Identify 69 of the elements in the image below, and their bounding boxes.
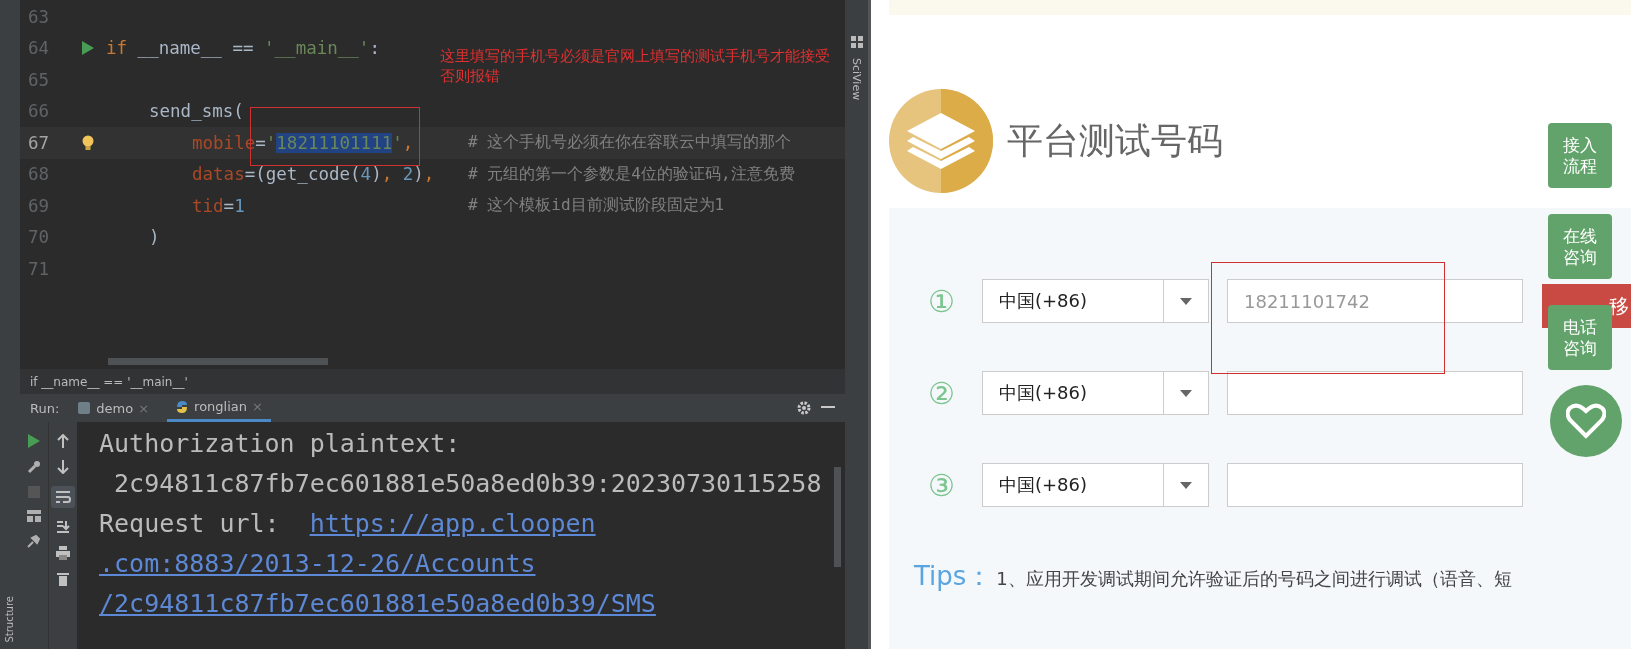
console-link[interactable]: .com:8883/2013-12-26/Accounts	[99, 544, 536, 584]
console-link[interactable]: https://app.cloopen	[309, 504, 596, 544]
country-select[interactable]: 中国(+86)	[982, 463, 1209, 507]
lightbulb-icon[interactable]	[82, 134, 94, 151]
code-line: )	[149, 227, 160, 248]
caret-icon[interactable]	[1180, 389, 1192, 397]
minimize-icon[interactable]	[821, 406, 835, 410]
country-select[interactable]: 中国(+86)	[982, 371, 1209, 415]
grid-icon[interactable]	[850, 36, 863, 48]
layers-logo-icon	[889, 89, 993, 193]
caret-icon[interactable]	[1180, 481, 1192, 489]
tips-text: 1、应用开发调试期间允许验证后的号码之间进行调试（语音、短	[996, 567, 1512, 591]
side-button[interactable]: 在线咨询	[1548, 214, 1612, 279]
line-number: 69	[27, 195, 51, 216]
line-number: 66	[27, 101, 51, 122]
scrollbar[interactable]	[108, 358, 328, 365]
wrap-icon[interactable]	[51, 486, 75, 508]
print-icon[interactable]	[56, 546, 70, 560]
up-arrow-icon[interactable]	[57, 434, 69, 448]
line-number: 64	[27, 38, 51, 59]
run-icon[interactable]	[82, 41, 94, 56]
structure-tab[interactable]: Structure	[4, 596, 16, 643]
settings-icon[interactable]	[797, 401, 811, 415]
sciview-tab[interactable]: SciView	[850, 58, 863, 101]
breadcrumb[interactable]: if __name__ == '__main__'	[30, 375, 188, 389]
side-button[interactable]: 接入流程	[1548, 123, 1612, 188]
code-line: send_sms(	[149, 101, 244, 122]
code-comment: # 元组的第一个参数是4位的验证码,注意免费	[468, 163, 795, 185]
code-comment: # 这个模板id目前测试阶段固定为1	[468, 195, 725, 217]
country-select[interactable]: 中国(+86)	[982, 279, 1209, 323]
annotation-text: 这里填写的手机号必须是官网上填写的测试手机号才能接受 否则报错	[440, 46, 830, 86]
code-line: tid=1	[192, 195, 245, 216]
line-number: 65	[27, 69, 51, 90]
wrench-icon[interactable]	[27, 460, 41, 474]
line-number: 70	[27, 227, 51, 248]
close-icon[interactable]: ×	[252, 399, 263, 414]
trash-icon[interactable]	[57, 572, 69, 586]
phone-input[interactable]: 18211101742	[1227, 279, 1523, 323]
line-number: 68	[27, 164, 51, 185]
python-icon	[175, 399, 190, 414]
caret-icon[interactable]	[1180, 297, 1192, 305]
step-number: ③	[928, 467, 956, 503]
line-number: 63	[27, 6, 51, 27]
run-tab[interactable]: demo ×	[69, 394, 158, 422]
page-title: 平台测试号码	[1007, 118, 1223, 163]
code-comment: # 这个手机号必须在你在容联云中填写的那个	[468, 132, 792, 154]
console-link[interactable]: /2c94811c87fb7ec601881e50a8ed0b39/SMS	[99, 584, 656, 624]
step-number: ①	[928, 283, 956, 319]
scrollbar[interactable]	[834, 467, 841, 567]
line-number: 67	[27, 132, 51, 153]
run-label: Run:	[30, 400, 60, 416]
run-tab[interactable]: ronglian ×	[167, 394, 271, 422]
phone-input[interactable]	[1227, 371, 1523, 415]
code-line: if __name__ == '__main__':	[106, 38, 380, 59]
phone-input[interactable]	[1227, 463, 1523, 507]
run-icon[interactable]	[28, 434, 40, 448]
console-text: 2c94811c87fb7ec601881e50a8ed0b39:20230730115258	[113, 468, 822, 500]
close-icon[interactable]: ×	[138, 400, 150, 416]
side-button[interactable]: 电话咨询	[1548, 305, 1612, 370]
scroll-end-icon[interactable]	[56, 520, 70, 534]
down-arrow-icon[interactable]	[57, 460, 69, 474]
step-number: ②	[928, 375, 956, 411]
tips-label: Tips：	[914, 560, 993, 593]
heart-icon	[1566, 403, 1606, 439]
layout-icon[interactable]	[27, 510, 41, 522]
console-text: Request url:	[99, 508, 280, 540]
line-number: 71	[27, 258, 51, 279]
console-text: Authorization plaintext:	[99, 428, 461, 460]
code-line: datas=(get_code(4), 2),	[192, 164, 435, 185]
